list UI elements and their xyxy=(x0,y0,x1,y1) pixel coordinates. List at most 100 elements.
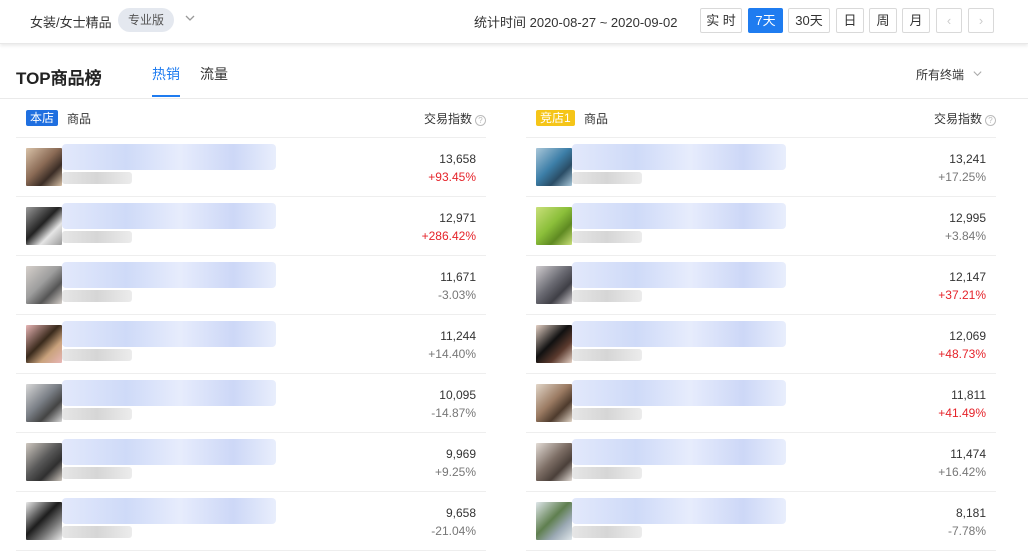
chevron-down-icon[interactable] xyxy=(972,68,983,79)
trade-index-change: +37.21% xyxy=(938,288,986,302)
trade-index-change: -3.03% xyxy=(437,288,476,302)
product-subtitle-blurred xyxy=(572,526,642,538)
product-title-blurred[interactable] xyxy=(62,144,276,170)
rival-store-header: 竞店1 商品 交易指数? xyxy=(526,108,996,138)
trade-index-change: +9.25% xyxy=(434,465,476,479)
own-store-list: 本店 商品 交易指数? 13,658 +93.45% 12,971 +286.42% 1… xyxy=(16,108,486,551)
trade-index-value: 8,181 xyxy=(955,506,986,520)
product-title-blurred[interactable] xyxy=(62,439,276,465)
stat-time-range: 统计时间 2020-08-27 ~ 2020-09-02 xyxy=(474,15,678,30)
rival_store-product-row[interactable]: 12,995 +3.84% xyxy=(526,197,996,256)
product-thumbnail[interactable] xyxy=(536,325,572,363)
trade-index-change: +41.49% xyxy=(938,406,986,420)
own_store-product-row[interactable]: 11,244 +14.40% xyxy=(16,315,486,374)
edition-badge[interactable]: 专业版 xyxy=(118,8,175,32)
own_store-product-row[interactable]: 9,969 +9.25% xyxy=(16,433,486,492)
product-subtitle-blurred xyxy=(572,172,642,184)
product-title-blurred[interactable] xyxy=(572,262,786,288)
range-realtime-button[interactable]: 实 时 xyxy=(700,8,742,33)
panel-title: TOP商品榜 xyxy=(16,69,102,88)
product-thumbnail[interactable] xyxy=(26,148,62,186)
product-title-blurred[interactable] xyxy=(572,203,786,229)
own-store-badge: 本店 xyxy=(26,110,59,126)
product-thumbnail[interactable] xyxy=(536,207,572,245)
product-subtitle-blurred xyxy=(62,172,132,184)
own-store-header: 本店 商品 交易指数? xyxy=(16,108,486,138)
help-icon[interactable]: ? xyxy=(475,115,486,126)
product-title-blurred[interactable] xyxy=(572,498,786,524)
product-thumbnail[interactable] xyxy=(536,443,572,481)
rival-store-list: 竞店1 商品 交易指数? 13,241 +17.25% 12,995 +3.84% 12… xyxy=(526,108,996,551)
product-title-blurred[interactable] xyxy=(62,262,276,288)
category-breadcrumb[interactable]: 女装/女士精品 xyxy=(30,12,112,31)
product-thumbnail[interactable] xyxy=(26,502,62,540)
product-subtitle-blurred xyxy=(572,408,642,420)
product-title-blurred[interactable] xyxy=(62,498,276,524)
rival_store-product-row[interactable]: 11,811 +41.49% xyxy=(526,374,996,433)
product-thumbnail[interactable] xyxy=(26,384,62,422)
product-thumbnail[interactable] xyxy=(26,325,62,363)
product-thumbnail[interactable] xyxy=(536,266,572,304)
top-bar: 女装/女士精品 专业版 统计时间 2020-08-27 ~ 2020-09-02… xyxy=(0,0,1028,44)
own-store-rows: 13,658 +93.45% 12,971 +286.42% 11,671 -3.03% 1… xyxy=(16,138,486,551)
rival_store-product-row[interactable]: 11,474 +16.42% xyxy=(526,433,996,492)
product-title-blurred[interactable] xyxy=(572,321,786,347)
trade-index-value: 11,811 xyxy=(951,388,986,402)
trade-index-value: 12,971 xyxy=(439,211,476,225)
range-week-button[interactable]: 周 xyxy=(869,8,897,33)
trade-index-value: 10,095 xyxy=(439,388,476,402)
product-title-blurred[interactable] xyxy=(62,321,276,347)
rival_store-product-row[interactable]: 12,147 +37.21% xyxy=(526,256,996,315)
prev-period-button[interactable]: ‹ xyxy=(936,8,962,33)
product-title-blurred[interactable] xyxy=(572,439,786,465)
product-subtitle-blurred xyxy=(62,231,132,243)
trade-index-value: 13,241 xyxy=(949,152,986,166)
rival_store-product-row[interactable]: 12,069 +48.73% xyxy=(526,315,996,374)
trade-index-change: -21.04% xyxy=(431,524,476,538)
trade-index-value: 13,658 xyxy=(439,152,476,166)
product-thumbnail[interactable] xyxy=(26,443,62,481)
product-thumbnail[interactable] xyxy=(536,502,572,540)
tab-traffic[interactable]: 流量 xyxy=(200,64,228,84)
range-30d-button[interactable]: 30天 xyxy=(788,8,830,33)
trade-index-value: 9,658 xyxy=(445,506,476,520)
rival_store-product-row[interactable]: 8,181 -7.78% xyxy=(526,492,996,551)
trade-index-header: 交易指数? xyxy=(424,110,486,127)
own_store-product-row[interactable]: 10,095 -14.87% xyxy=(16,374,486,433)
trade-index-change: -14.87% xyxy=(431,406,476,420)
trade-index-change: +3.84% xyxy=(944,229,986,243)
own_store-product-row[interactable]: 13,658 +93.45% xyxy=(16,138,486,197)
product-thumbnail[interactable] xyxy=(536,148,572,186)
own_store-product-row[interactable]: 12,971 +286.42% xyxy=(16,197,486,256)
trade-index-label: 交易指数 xyxy=(423,112,472,126)
next-period-button[interactable]: › xyxy=(968,8,994,33)
range-month-button[interactable]: 月 xyxy=(902,8,930,33)
range-day-button[interactable]: 日 xyxy=(836,8,864,33)
tab-hot-sales[interactable]: 热销 xyxy=(152,64,180,84)
top-products-panel: TOP商品榜 热销 流量 所有终端 本店 商品 交易指数? 13,658 +93.… xyxy=(0,52,1028,551)
trade-index-label: 交易指数 xyxy=(933,112,982,126)
rival-store-badge: 竞店1 xyxy=(536,110,575,126)
range-7d-button[interactable]: 7天 xyxy=(748,8,783,33)
trade-index-value: 9,969 xyxy=(445,447,476,461)
trade-index-change: +286.42% xyxy=(421,229,476,243)
chevron-down-icon[interactable] xyxy=(184,12,196,24)
product-thumbnail[interactable] xyxy=(26,266,62,304)
own_store-product-row[interactable]: 11,671 -3.03% xyxy=(16,256,486,315)
product-title-blurred[interactable] xyxy=(572,144,786,170)
product-title-blurred[interactable] xyxy=(572,380,786,406)
trade-index-value: 11,244 xyxy=(440,329,476,343)
trade-index-change: -7.78% xyxy=(947,524,986,538)
product-thumbnail[interactable] xyxy=(536,384,572,422)
terminal-select[interactable]: 所有终端 xyxy=(916,66,964,83)
trade-index-change: +93.45% xyxy=(428,170,476,184)
product-subtitle-blurred xyxy=(572,349,642,361)
product-title-blurred[interactable] xyxy=(62,380,276,406)
product-subtitle-blurred xyxy=(62,408,132,420)
product-subtitle-blurred xyxy=(62,349,132,361)
rival_store-product-row[interactable]: 13,241 +17.25% xyxy=(526,138,996,197)
help-icon[interactable]: ? xyxy=(985,115,996,126)
own_store-product-row[interactable]: 9,658 -21.04% xyxy=(16,492,486,551)
product-thumbnail[interactable] xyxy=(26,207,62,245)
product-title-blurred[interactable] xyxy=(62,203,276,229)
